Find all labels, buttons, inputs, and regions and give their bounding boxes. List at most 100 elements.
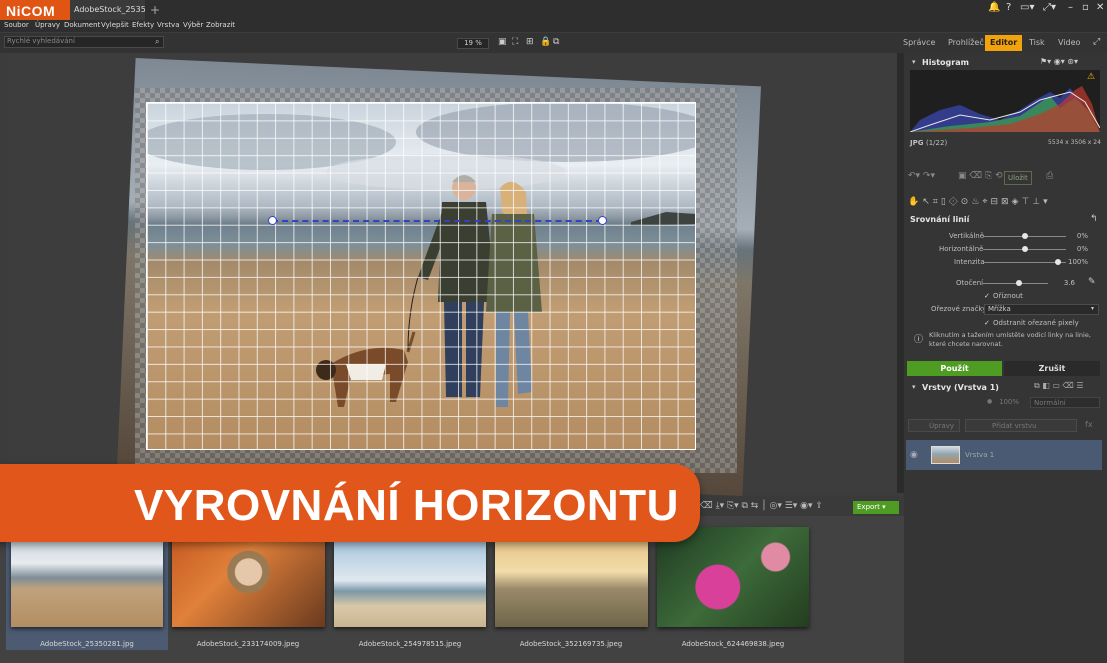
fullscreen-icon[interactable]: ⤢▾ xyxy=(1043,2,1056,13)
blend-mode-select[interactable]: Normální xyxy=(1030,397,1100,408)
zoom-field[interactable]: 19 % xyxy=(457,38,489,49)
menu-document[interactable]: Dokument xyxy=(64,21,100,29)
eye-icon[interactable]: ◉ xyxy=(910,450,918,460)
save-button[interactable]: Uložit xyxy=(1004,171,1032,185)
layers-title: Vrstvy (Vrstva 1) xyxy=(922,383,999,392)
export-button[interactable]: Export ▾ xyxy=(853,501,899,514)
intensity-label: Intenzita xyxy=(954,258,985,266)
tab-viewer[interactable]: Prohlížeč xyxy=(943,35,989,51)
tab-editor[interactable]: Editor xyxy=(985,35,1023,51)
undo-icon[interactable]: ↶▾ ↷▾ xyxy=(908,171,935,181)
app-logo: NiCOM xyxy=(0,0,70,22)
remove-pixels-label: Odstranit ořezané pixely xyxy=(993,319,1079,327)
document-tab[interactable]: AdobeStock_25350281.jpg xyxy=(70,0,145,20)
menu-view[interactable]: Zobrazit xyxy=(206,21,235,29)
horizontal-slider-knob[interactable] xyxy=(1021,246,1028,252)
compare-icon[interactable]: ⧉ xyxy=(553,37,559,47)
reset-icon[interactable]: ↰ xyxy=(1090,214,1098,224)
straighten-title: Srovnání linií xyxy=(910,215,970,224)
history-tools-icon[interactable]: ▣ ⌫ ⎘ ⟲ xyxy=(958,171,1003,181)
crop-label: Oříznout xyxy=(993,292,1023,300)
menu-effects[interactable]: Efekty xyxy=(132,21,154,29)
menu-edit[interactable]: Úpravy xyxy=(35,21,60,29)
straighten-guide-line[interactable] xyxy=(272,220,602,222)
crop-checkbox[interactable]: ✓ xyxy=(984,292,990,300)
vertical-value: 0% xyxy=(1076,232,1088,240)
apply-button[interactable]: Použít xyxy=(907,361,1002,376)
tab-manager[interactable]: Správce xyxy=(898,35,940,51)
search-placeholder: Rychlé vyhledávání xyxy=(7,37,75,45)
menu-selection[interactable]: Výběr xyxy=(183,21,203,29)
add-layer-label: Přidat vrstvu xyxy=(992,422,1037,430)
horizontal-label: Horizontálně xyxy=(939,245,984,253)
chevron-down-icon[interactable]: ▾ xyxy=(1091,305,1094,312)
thumb-2[interactable] xyxy=(172,527,325,627)
rotation-value: 3.6 xyxy=(1063,279,1075,287)
tab-print[interactable]: Tisk xyxy=(1024,35,1050,51)
filmstrip-tools-icon[interactable]: ⌫ ⤓▾ ⎘▾ ⧉ ⇆ │ ◎▾ ☰▾ ◉▾ ⇪ xyxy=(700,501,823,511)
lock-icon[interactable]: 🔒 xyxy=(540,37,551,47)
warning-icon[interactable]: ⚠ xyxy=(1087,72,1095,82)
bell-icon[interactable]: 🔔 xyxy=(988,2,1000,13)
intensity-slider[interactable] xyxy=(983,262,1066,263)
layer-name: Vrstva 1 xyxy=(965,451,995,459)
banner-title: VYROVNÁNÍ HORIZONTU xyxy=(134,481,679,530)
vertical-slider-knob[interactable] xyxy=(1021,233,1028,239)
search-icon[interactable]: ⌕ xyxy=(155,37,159,47)
menu-enhance[interactable]: Vylepšit xyxy=(101,21,129,29)
actual-size-icon[interactable]: ▣ xyxy=(498,37,507,47)
expand-icon[interactable]: ⤢ xyxy=(1093,37,1100,47)
opacity-knob-icon: ● xyxy=(987,398,993,405)
menu-file[interactable]: Soubor xyxy=(4,21,29,29)
fill-icon[interactable]: ⊞ xyxy=(526,37,534,47)
add-layer-button[interactable]: Přidat vrstvu xyxy=(965,419,1077,432)
minimize-icon[interactable]: – xyxy=(1068,2,1073,13)
canvas-scrollbar[interactable] xyxy=(897,53,904,493)
fixes-button[interactable]: Úpravy xyxy=(908,419,960,432)
new-tab-button[interactable]: + xyxy=(150,3,160,17)
thumb-5-name: AdobeStock_624469838.jpeg xyxy=(681,640,785,648)
layer-opacity[interactable]: 100% xyxy=(999,398,1019,406)
export-label: Export xyxy=(857,503,880,511)
guide-handle-left[interactable] xyxy=(268,216,277,225)
thumb-1[interactable] xyxy=(11,542,163,627)
restore-icon[interactable]: ▫ xyxy=(1082,2,1089,13)
rotation-slider-knob[interactable] xyxy=(1015,280,1022,286)
horizontal-value: 0% xyxy=(1076,245,1088,253)
close-icon[interactable]: ✕ xyxy=(1096,2,1104,13)
collapse-layers-icon[interactable]: ▾ xyxy=(912,383,916,391)
cancel-button[interactable]: Zrušit xyxy=(1004,361,1100,376)
thumb-5[interactable] xyxy=(657,527,809,627)
intensity-slider-knob[interactable] xyxy=(1054,259,1061,265)
histogram-title: Histogram xyxy=(922,58,969,67)
layer-thumbnail xyxy=(931,446,960,464)
thumb-4[interactable] xyxy=(495,542,648,627)
layer-actions-icon[interactable]: ⧉ ◧ ▭ ⌫ ☰ xyxy=(1034,381,1084,391)
crop-marks-select[interactable]: Mřížka xyxy=(984,304,1099,315)
fixes-label: Úpravy xyxy=(929,422,955,430)
histogram-graph xyxy=(909,86,1101,133)
image-format: JPG xyxy=(910,139,924,147)
histogram-chart xyxy=(909,70,1101,133)
thumb-3[interactable] xyxy=(334,542,486,627)
crop-grid-overlay[interactable] xyxy=(146,102,696,450)
fx-icon[interactable]: fx xyxy=(1085,420,1093,429)
tab-video[interactable]: Video xyxy=(1053,35,1085,51)
collapse-histogram-icon[interactable]: ▾ xyxy=(912,58,916,66)
tool-strip[interactable]: ✋↖⌗▯⟐⊙♨⌖⊟⊠◈⊤⊥▾ xyxy=(908,197,1051,207)
export-icon[interactable]: ⎙ xyxy=(1046,171,1053,181)
fit-icon[interactable]: ⛶ xyxy=(512,37,518,47)
image-index: (1/22) xyxy=(926,139,948,147)
crop-marks-label: Ořezové značky xyxy=(931,305,987,313)
help-icon[interactable]: ? xyxy=(1006,2,1011,13)
hint-text: Kliknutím a tažením umístěte vodicí link… xyxy=(929,331,1091,348)
histogram-options-icon[interactable]: ⚑▾ ◉▾ ⊛▾ xyxy=(1040,57,1078,66)
intensity-value: 100% xyxy=(1068,258,1089,266)
remove-pixels-checkbox[interactable]: ✓ xyxy=(984,319,990,327)
guide-handle-right[interactable] xyxy=(598,216,607,225)
pencil-icon[interactable]: ✎ xyxy=(1088,277,1096,287)
monitor-icon[interactable]: ▭▾ xyxy=(1020,2,1034,13)
thumb-3-name: AdobeStock_254978515.jpeg xyxy=(358,640,462,648)
title-bar xyxy=(0,0,1107,20)
menu-layer[interactable]: Vrstva xyxy=(157,21,180,29)
